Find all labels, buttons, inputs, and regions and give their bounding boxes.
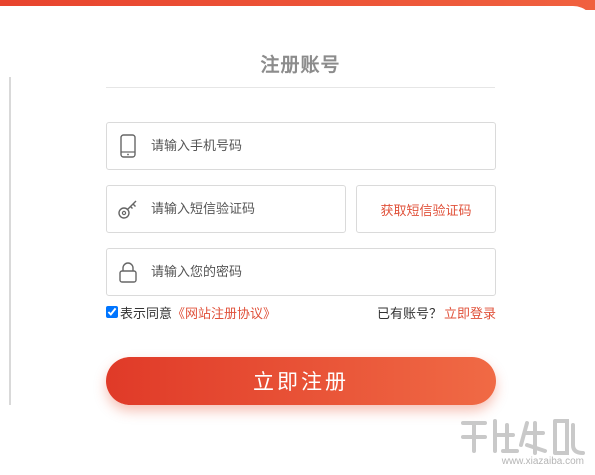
page-title: 注册账号 [260,54,341,76]
get-sms-code-button[interactable]: 获取短信验证码 [356,185,496,233]
password-input[interactable] [149,263,453,281]
agree-text: 表示同意 [120,306,173,322]
key-icon [115,196,141,222]
phone-input[interactable] [149,137,453,155]
login-row: 已有账号？ 立即登录 [377,302,496,322]
lock-icon [115,259,141,285]
title-divider [106,87,495,88]
left-divider [9,77,11,405]
agree-checkbox[interactable] [106,306,118,318]
phone-field[interactable] [106,122,496,170]
watermark-url: www.xiazaiba.com [501,456,584,467]
sms-code-input[interactable] [149,200,333,218]
login-link[interactable]: 立即登录 [444,303,496,322]
watermark-logo: www.xiazaiba.com [455,415,590,470]
agreement-link[interactable]: 《网站注册协议》 [172,303,276,322]
have-account-text: 已有账号？ [376,306,442,322]
register-button[interactable]: 立即注册 [106,357,496,405]
phone-icon [115,133,141,159]
agreement-row: 表示同意 《网站注册协议》 [106,302,276,322]
sms-code-field[interactable] [106,185,346,233]
password-field[interactable] [106,248,496,296]
watermark-logo-icon [461,419,585,455]
